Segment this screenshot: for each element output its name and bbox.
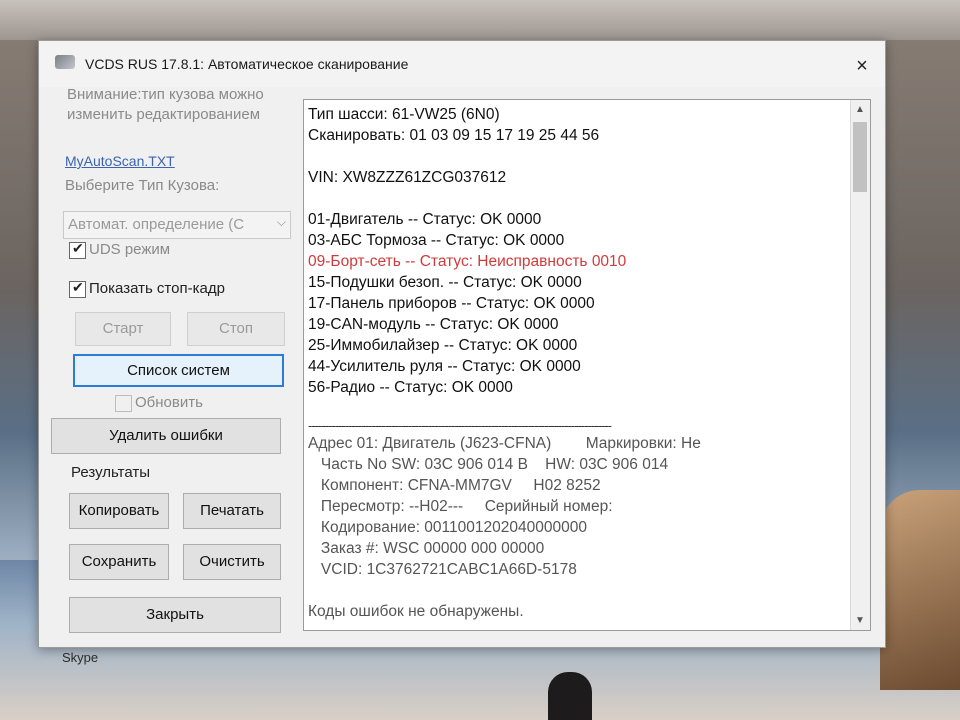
freeze-frame-label: Показать стоп-кадр (89, 280, 225, 297)
chevron-down-icon: ⌵ (276, 215, 286, 229)
detail-line: Часть No SW: 03C 906 014 B HW: 03C 906 0… (308, 456, 669, 473)
uds-checkbox[interactable]: ✔ (69, 240, 86, 259)
module-status-line: 44-Усилитель руля -- Статус: OK 0000 (308, 358, 581, 375)
module-status-line: 15-Подушки безоп. -- Статус: OK 0000 (308, 274, 582, 291)
close-icon[interactable]: × (849, 53, 875, 79)
vertical-scrollbar[interactable]: ▲ ▼ (850, 100, 870, 630)
wallpaper-person (548, 672, 592, 720)
checkmark-icon: ✔ (72, 240, 84, 256)
autoscan-file-link[interactable]: MyAutoScan.TXT (65, 153, 175, 169)
address-line: Адрес 01: Двигатель (J623-CFNA) Маркиров… (308, 435, 701, 452)
copy-button[interactable]: Копировать (69, 493, 169, 529)
clear-button[interactable]: Очистить (183, 544, 281, 580)
module-status-line: 19-CAN-модуль -- Статус: OK 0000 (308, 316, 559, 333)
checkmark-icon: ✔ (72, 279, 84, 295)
scroll-thumb[interactable] (853, 122, 867, 192)
save-button[interactable]: Сохранить (69, 544, 169, 580)
body-type-select[interactable]: Автомат. определение (С ⌵ (63, 211, 291, 239)
detail-line: Заказ #: WSC 00000 000 00000 (308, 540, 545, 557)
scroll-down-icon[interactable]: ▼ (855, 615, 865, 626)
app-icon (55, 55, 75, 69)
print-button[interactable]: Печатать (183, 493, 281, 529)
no-errors-line: Коды ошибок не обнаружены. (308, 603, 524, 620)
system-list-button[interactable]: Список систем (73, 354, 284, 387)
window-title: VCDS RUS 17.8.1: Автоматическое сканиров… (85, 56, 409, 72)
module-status-line: 17-Панель приборов -- Статус: OK 0000 (308, 295, 595, 312)
body-type-label: Выберите Тип Кузова: (65, 177, 220, 194)
module-status-line: 03-АБС Тормоза -- Статус: OK 0000 (308, 232, 565, 249)
body-type-select-value: Автомат. определение (С (68, 216, 245, 233)
uds-label: UDS режим (89, 241, 171, 258)
separator-line: ----------------------------------------… (308, 419, 612, 433)
vin-line: VIN: XW8ZZZ61ZCG037612 (308, 169, 507, 186)
module-status-line: 56-Радио -- Статус: OK 0000 (308, 379, 513, 396)
module-status-line: 01-Двигатель -- Статус: OK 0000 (308, 211, 542, 228)
body-type-note: Внимание:тип кузова можно изменить редак… (67, 86, 264, 123)
refresh-checkbox[interactable] (115, 395, 132, 412)
module-status-line-fault: 09-Борт-сеть -- Статус: Неисправность 00… (308, 253, 627, 270)
detail-line: Пересмотр: --H02--- Серийный номер: (308, 498, 613, 515)
scan-results-content: Тип шасси: 61-VW25 (6N0) Сканировать: 01… (308, 104, 838, 622)
detail-line: Кодирование: 0011001202040000000 (308, 519, 587, 536)
scroll-up-icon[interactable]: ▲ (855, 104, 865, 115)
close-button[interactable]: Закрыть (69, 597, 281, 633)
wallpaper-rock (880, 490, 960, 690)
freeze-frame-checkbox[interactable]: ✔ (69, 279, 86, 298)
title-bar[interactable]: VCDS RUS 17.8.1: Автоматическое сканиров… (39, 41, 885, 87)
detail-line: VCID: 1C3762721CABC1A66D-5178 (308, 561, 577, 578)
desktop-top (0, 0, 960, 40)
module-status-line: 25-Иммобилайзер -- Статус: OK 0000 (308, 337, 578, 354)
scan-results-textarea[interactable]: Тип шасси: 61-VW25 (6N0) Сканировать: 01… (303, 99, 871, 631)
refresh-label: Обновить (135, 394, 203, 411)
vcds-window: VCDS RUS 17.8.1: Автоматическое сканиров… (38, 40, 886, 648)
desktop-skype-label[interactable]: Skype (62, 650, 98, 665)
stop-button[interactable]: Стоп (187, 312, 285, 346)
chassis-line: Тип шасси: 61-VW25 (6N0) (308, 106, 500, 123)
scan-addresses-line: Сканировать: 01 03 09 15 17 19 25 44 56 (308, 127, 600, 144)
results-label: Результаты (71, 464, 150, 481)
clear-errors-button[interactable]: Удалить ошибки (51, 418, 281, 454)
detail-line: Компонент: CFNA-MM7GV H02 8252 (308, 477, 601, 494)
start-button[interactable]: Старт (75, 312, 171, 346)
